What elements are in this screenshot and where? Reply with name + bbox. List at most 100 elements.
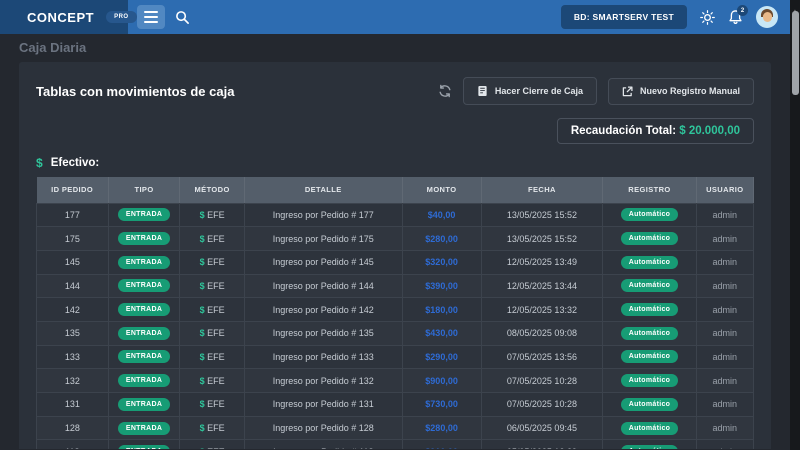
cell-detalle: Ingreso por Pedido # 175	[244, 227, 402, 251]
cell-monto: $430,00	[402, 321, 481, 345]
cell-monto: $730,00	[402, 393, 481, 417]
dollar-icon: $	[200, 352, 205, 362]
cell-tipo: ENTRADA	[108, 203, 180, 227]
cell-monto: $40,00	[402, 203, 481, 227]
cell-metodo: $ EFE	[180, 321, 245, 345]
total-collection-box: Recaudación Total: $ 20.000,00	[557, 118, 754, 144]
cell-usuario: admin	[696, 416, 753, 440]
dollar-icon: $	[36, 156, 43, 170]
cell-detalle: Ingreso por Pedido # 118	[244, 440, 402, 449]
cell-monto: $390,00	[402, 274, 481, 298]
cell-fecha: 07/05/2025 13:56	[481, 345, 603, 369]
database-button[interactable]: BD: SMARTSERV TEST	[561, 5, 687, 29]
cell-usuario: admin	[696, 250, 753, 274]
cell-metodo: $ EFE	[180, 203, 245, 227]
column-header: ID PEDIDO	[37, 177, 109, 203]
entrada-badge: ENTRADA	[118, 256, 170, 269]
cell-fecha: 12/05/2025 13:49	[481, 250, 603, 274]
avatar-face	[763, 12, 772, 22]
dollar-icon: $	[200, 376, 205, 386]
cell-usuario: admin	[696, 298, 753, 322]
cell-monto: $900,00	[402, 369, 481, 393]
automatico-badge: Automático	[621, 445, 679, 449]
cell-tipo: ENTRADA	[108, 250, 180, 274]
table-row: 132ENTRADA$ EFEIngreso por Pedido # 132$…	[37, 369, 754, 393]
close-register-button[interactable]: Hacer Cierre de Caja	[463, 77, 597, 105]
new-manual-record-button[interactable]: Nuevo Registro Manual	[608, 78, 754, 105]
column-header: FECHA	[481, 177, 603, 203]
column-header: MÉTODO	[180, 177, 245, 203]
refresh-icon	[438, 84, 452, 98]
table-row: 118ENTRADA$ EFEIngreso por Pedido # 118$…	[37, 440, 754, 449]
brand-area: CONCEPT PRO	[0, 0, 128, 34]
cell-id-pedido: 145	[37, 250, 109, 274]
card-header: Tablas con movimientos de caja Hacer Cie…	[36, 77, 754, 105]
close-register-label: Hacer Cierre de Caja	[495, 86, 583, 96]
automatico-badge: Automático	[621, 350, 679, 363]
scrollbar-thumb[interactable]	[792, 11, 799, 95]
automatico-badge: Automático	[621, 232, 679, 245]
header-right-cluster: BD: SMARTSERV TEST 2	[561, 5, 800, 29]
cell-detalle: Ingreso por Pedido # 128	[244, 416, 402, 440]
dollar-icon: $	[200, 257, 205, 267]
cash-section-text: Efectivo:	[51, 157, 100, 169]
cell-detalle: Ingreso por Pedido # 142	[244, 298, 402, 322]
automatico-badge: Automático	[621, 303, 679, 316]
cell-tipo: ENTRADA	[108, 369, 180, 393]
external-link-icon	[622, 86, 633, 97]
menu-toggle-button[interactable]	[137, 5, 165, 29]
cell-id-pedido: 131	[37, 393, 109, 417]
refresh-button[interactable]	[438, 84, 452, 98]
cell-registro: Automático	[603, 369, 696, 393]
dollar-icon: $	[200, 423, 205, 433]
top-header: CONCEPT PRO BD: SMARTSERV TEST	[0, 0, 800, 34]
cell-fecha: 08/05/2025 09:08	[481, 321, 603, 345]
dollar-icon: $	[200, 328, 205, 338]
table-header-row: ID PEDIDOTIPOMÉTODODETALLEMONTOFECHAREGI…	[37, 177, 754, 203]
theme-toggle-button[interactable]	[700, 10, 715, 25]
search-button[interactable]	[175, 10, 190, 25]
vertical-scrollbar[interactable]: ▲ ▼	[790, 0, 800, 450]
card-actions: Hacer Cierre de Caja Nuevo Registro Manu…	[438, 77, 754, 105]
notifications-button[interactable]: 2	[728, 9, 743, 25]
cell-detalle: Ingreso por Pedido # 131	[244, 393, 402, 417]
cell-tipo: ENTRADA	[108, 321, 180, 345]
cell-usuario: admin	[696, 393, 753, 417]
column-header: USUARIO	[696, 177, 753, 203]
cell-tipo: ENTRADA	[108, 440, 180, 449]
cell-monto: $280,00	[402, 227, 481, 251]
cell-monto: $290,00	[402, 345, 481, 369]
cell-detalle: Ingreso por Pedido # 177	[244, 203, 402, 227]
automatico-badge: Automático	[621, 422, 679, 435]
cell-usuario: admin	[696, 274, 753, 298]
cell-id-pedido: 144	[37, 274, 109, 298]
cell-fecha: 06/05/2025 09:45	[481, 416, 603, 440]
cell-metodo: $ EFE	[180, 298, 245, 322]
cell-metodo: $ EFE	[180, 274, 245, 298]
user-avatar[interactable]	[756, 6, 778, 28]
entrada-badge: ENTRADA	[118, 279, 170, 292]
cell-detalle: Ingreso por Pedido # 144	[244, 274, 402, 298]
notification-count-badge: 2	[737, 5, 748, 16]
cell-fecha: 13/05/2025 15:52	[481, 227, 603, 251]
entrada-badge: ENTRADA	[118, 374, 170, 387]
total-collection-label: Recaudación Total:	[571, 125, 676, 137]
cell-id-pedido: 177	[37, 203, 109, 227]
cell-metodo: $ EFE	[180, 250, 245, 274]
cell-id-pedido: 175	[37, 227, 109, 251]
cell-id-pedido: 135	[37, 321, 109, 345]
sun-icon	[700, 10, 715, 25]
cell-usuario: admin	[696, 440, 753, 449]
cell-usuario: admin	[696, 345, 753, 369]
table-row: 144 ENTRADA $ EFEIngreso por Pedido # 144$…	[37, 274, 754, 298]
cell-fecha: 07/05/2025 10:28	[481, 393, 603, 417]
automatico-badge: Automático	[621, 398, 679, 411]
cell-detalle: Ingreso por Pedido # 133	[244, 345, 402, 369]
cell-fecha: 13/05/2025 15:52	[481, 203, 603, 227]
cell-monto: $910,00	[402, 440, 481, 449]
entrada-badge: ENTRADA	[118, 208, 170, 221]
cell-usuario: admin	[696, 227, 753, 251]
table-row: 145ENTRADA$ EFEIngreso por Pedido # 145$…	[37, 250, 754, 274]
entrada-badge: ENTRADA	[118, 350, 170, 363]
cell-id-pedido: 118	[37, 440, 109, 449]
